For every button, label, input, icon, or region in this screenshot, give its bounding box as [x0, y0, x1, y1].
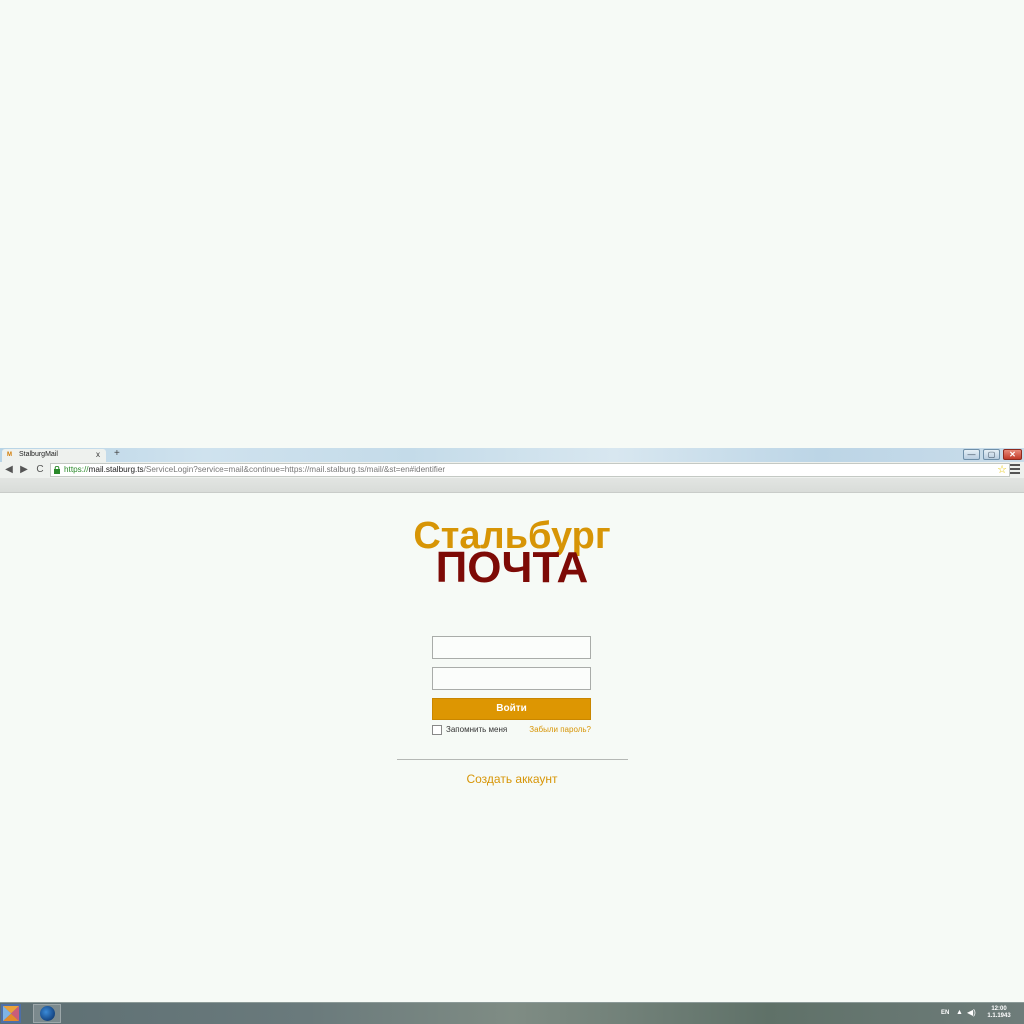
globe-icon [40, 1006, 55, 1021]
bookmarks-bar [0, 478, 1024, 493]
login-button[interactable]: Войти [432, 698, 591, 720]
minimize-button[interactable]: — [963, 449, 980, 460]
reload-icon[interactable]: C [34, 463, 46, 476]
lock-icon [54, 466, 60, 474]
browser-titlebar: M StalburgMail x + — ▢ ✕ [0, 448, 1024, 462]
clock-time: 12:00 [991, 1006, 1007, 1012]
volume-icon[interactable]: ◀) [967, 1008, 976, 1017]
back-icon[interactable]: ◀ [3, 463, 15, 476]
address-bar[interactable]: https://mail.stalburg.ts/ServiceLogin?se… [50, 463, 1010, 477]
bookmark-star-icon[interactable]: ☆ [997, 464, 1007, 476]
username-field[interactable] [432, 636, 591, 659]
forward-icon[interactable]: ▶ [18, 463, 30, 476]
tab-close-icon[interactable]: x [96, 449, 100, 461]
remember-me-checkbox[interactable] [432, 725, 442, 735]
browser-toolbar: ◀ ▶ C https://mail.stalburg.ts/ServiceLo… [0, 462, 1024, 478]
taskbar-browser-app[interactable] [33, 1004, 61, 1023]
logo-pochta: ПОЧТА [435, 543, 589, 592]
remember-me-label[interactable]: Запомнить меня [446, 724, 507, 736]
tab-stalburgmail[interactable]: M StalburgMail x [2, 449, 106, 462]
mail-icon: M [7, 452, 12, 458]
taskbar: EN ▲ ◀) 12:00 1.1.1943 [0, 1002, 1024, 1024]
url-scheme: https:// [64, 465, 89, 474]
start-button-icon[interactable] [1, 1004, 21, 1023]
clock[interactable]: 12:00 1.1.1943 [984, 1006, 1014, 1020]
forgot-password-link[interactable]: Забыли пароль? [529, 724, 591, 736]
divider [397, 759, 628, 760]
create-account-link[interactable]: Создать аккаунт [0, 771, 1024, 787]
url-text: https://mail.stalburg.ts/ServiceLogin?se… [64, 464, 445, 476]
close-window-button[interactable]: ✕ [1003, 449, 1022, 460]
desktop: M StalburgMail x + — ▢ ✕ ◀ ▶ C https://m… [0, 0, 1024, 1024]
password-field[interactable] [432, 667, 591, 690]
browser-menu-icon[interactable] [1010, 464, 1020, 474]
new-tab-icon[interactable]: + [114, 448, 120, 460]
clock-date: 1.1.1943 [987, 1013, 1011, 1019]
tab-title: StalburgMail [19, 451, 58, 458]
url-path: /ServiceLogin?service=mail&continue=http… [143, 465, 446, 474]
maximize-button[interactable]: ▢ [983, 449, 1000, 460]
tray-expand-icon[interactable]: ▲ [956, 1008, 963, 1017]
url-host: mail.stalburg.ts [88, 465, 144, 474]
language-indicator[interactable]: EN [941, 1009, 949, 1017]
